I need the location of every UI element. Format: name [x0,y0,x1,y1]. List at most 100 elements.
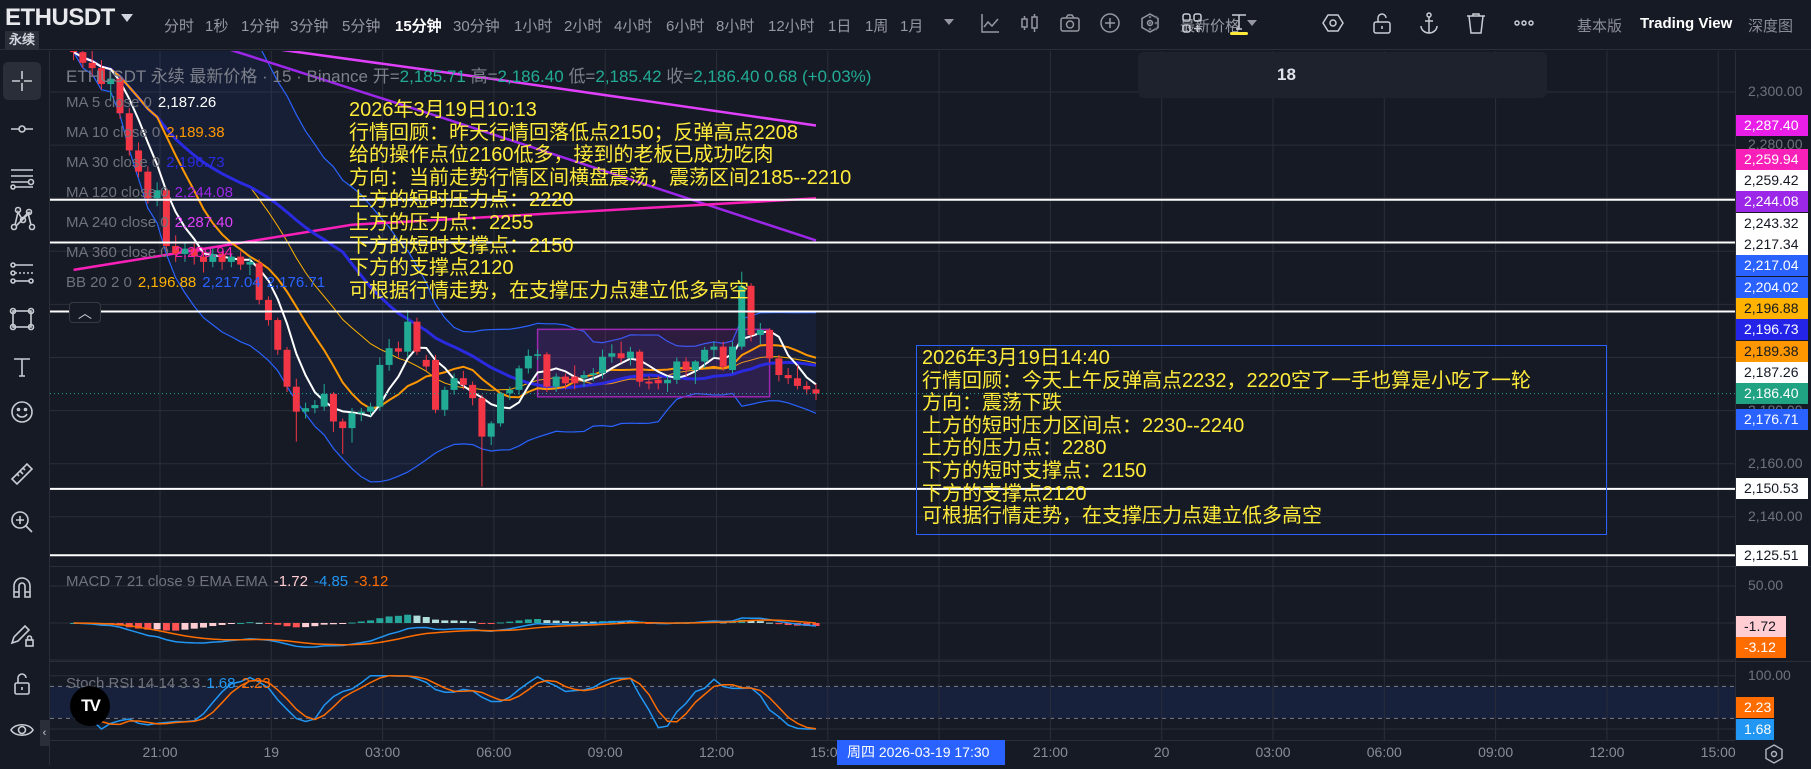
candle-body [496,393,504,424]
timeframe-30分钟[interactable]: 30分钟 [453,15,500,36]
note-line: 给的操作点位2160低多，接到的老板已成功吃肉 [349,144,774,167]
collapse-legend-button[interactable]: ︿ [69,302,101,323]
timeframe-8小时[interactable]: 8小时 [716,15,754,36]
view-tradingview[interactable]: Trading View [1640,15,1732,32]
note-line: 2026年3月19日14:40 [922,347,1110,369]
indicators-icon[interactable] [979,12,1001,34]
note-line: 可根据行情走势，在支撑压力点建立低多高空 [349,279,749,302]
open-label: 开= [372,67,400,86]
view-depth[interactable]: 深度图 [1748,15,1793,36]
lock-tool[interactable] [3,665,41,703]
indicator-value: 2,176.71 [266,274,326,291]
candle-type-icon[interactable] [1019,12,1041,34]
fib-lines-tool[interactable] [3,254,41,292]
indicator-legend: MA 30 close 0 2,196.73 [66,154,225,171]
zoom-in-tool[interactable] [3,503,41,541]
candle-body [599,356,607,374]
price-label: 2,196.73 [1736,319,1808,341]
macd-histogram-bar [255,622,263,624]
macd-histogram-bar [357,621,365,623]
time-label: 12:00 [1589,744,1625,760]
timeframe-分时[interactable]: 分时 [164,15,194,36]
macd-line-value: -4.85 [313,573,349,590]
stoch-price-label: 1.68 [1736,719,1774,740]
pattern-tool[interactable] [3,200,41,238]
price-tick: 2,160.00 [1748,454,1803,471]
candle-body [756,329,764,335]
horizontal-line-tool[interactable] [3,110,41,148]
indicator-label: MA 120 close 0 [66,184,169,201]
macd-histogram-bar [311,623,319,627]
chevron-down-icon[interactable] [121,14,133,22]
timeframe-1周[interactable]: 1周 [865,15,888,36]
candle-body [645,381,653,384]
stoch-rsi-pane[interactable] [50,662,1735,740]
template-icon[interactable] [1180,11,1204,35]
timeframe-1日[interactable]: 1日 [828,15,851,36]
macd-histogram-bar [394,615,402,623]
candle-body [524,355,532,369]
magnet-tool[interactable] [3,568,41,606]
candle-body [367,406,375,412]
rectangle-tool[interactable] [3,300,41,338]
font-size-button[interactable]: 18 [1277,63,1296,87]
collapse-toolbar-button[interactable]: ‹ [40,720,49,746]
timeframe-6小时[interactable]: 6小时 [666,15,704,36]
text-note-2[interactable]: 2026年3月19日14:40 行情回顾：今天上午反弹高点2232，2220空了一… [922,347,1531,528]
view-basic[interactable]: 基本版 [1577,15,1622,36]
indicator-value: 2,196.88 [137,274,197,291]
emoji-tool[interactable] [3,393,41,431]
timeframe-1小时[interactable]: 1小时 [514,15,552,36]
timeframe-1秒[interactable]: 1秒 [205,15,228,36]
timeframe-12小时[interactable]: 12小时 [768,15,815,36]
parallel-lines-tool[interactable] [3,157,41,195]
note-line: 方向：当前走势行情区间横盘震荡，震荡区间2185--2210 [349,166,852,189]
settings-hex-icon[interactable] [1321,11,1345,35]
ruler-tool[interactable] [3,455,41,493]
trash-icon[interactable] [1464,11,1488,35]
unlock-icon[interactable] [1370,11,1394,35]
candle-body [608,353,616,357]
symbol-name[interactable]: ETHUSDT [5,4,115,32]
macd-histogram-bar [413,615,421,623]
text-note-1[interactable]: 2026年3月19日10:13 行情回顾：昨天行情回落低点2150；反弹高点220… [349,99,851,302]
text-tool[interactable] [3,348,41,386]
candle-body [673,361,681,380]
candle-body [775,358,783,376]
crosshair-tool[interactable] [3,62,41,100]
zoom-in-icon [11,511,33,533]
camera-icon[interactable] [1059,12,1081,34]
price-label: 2,196.88 [1736,297,1808,319]
more-icon[interactable] [1512,11,1536,35]
indicator-label: MA 240 close 0 [66,214,169,231]
plus-circle-icon[interactable] [1099,12,1121,34]
parallel-lines-icon [10,169,35,190]
drag-handle-icon[interactable] [1141,11,1165,35]
timeframe-4小时[interactable]: 4小时 [614,15,652,36]
lock-drawings-tool[interactable] [3,616,41,654]
indicator-value: 2,187.26 [157,94,217,111]
timeframe-1分钟[interactable]: 1分钟 [241,15,279,36]
macd-histogram-bar [264,623,272,624]
timeframe-3分钟[interactable]: 3分钟 [290,15,328,36]
hide-drawings-tool[interactable] [3,711,41,749]
stoch-scale-tick: 100.00 [1748,667,1791,683]
macd-histogram-bar [302,623,310,628]
text-color-button[interactable] [1227,11,1251,35]
tradingview-logo[interactable]: TV [70,686,110,726]
macd-histogram-bar [404,614,412,623]
anchor-icon[interactable] [1417,11,1441,35]
macd-histogram-bar [190,623,198,629]
timeframe-15分钟[interactable]: 15分钟 [395,15,442,36]
price-label: 2,259.94 [1736,148,1808,170]
timeframe-2小时[interactable]: 2小时 [564,15,602,36]
settings-hex-icon[interactable] [1764,744,1784,764]
macd-histogram-bar [172,623,180,631]
fib-lines-icon [10,262,34,284]
timeframe-1月[interactable]: 1月 [900,15,923,36]
candle-body [543,354,551,387]
chevron-down-icon[interactable] [944,19,954,25]
timeframe-5分钟[interactable]: 5分钟 [342,15,380,36]
price-label: 2,217.34 [1736,234,1808,255]
macd-legend: MACD 7 21 close 9 EMA EMA -1.72 -4.85 -3.12 [66,573,388,590]
